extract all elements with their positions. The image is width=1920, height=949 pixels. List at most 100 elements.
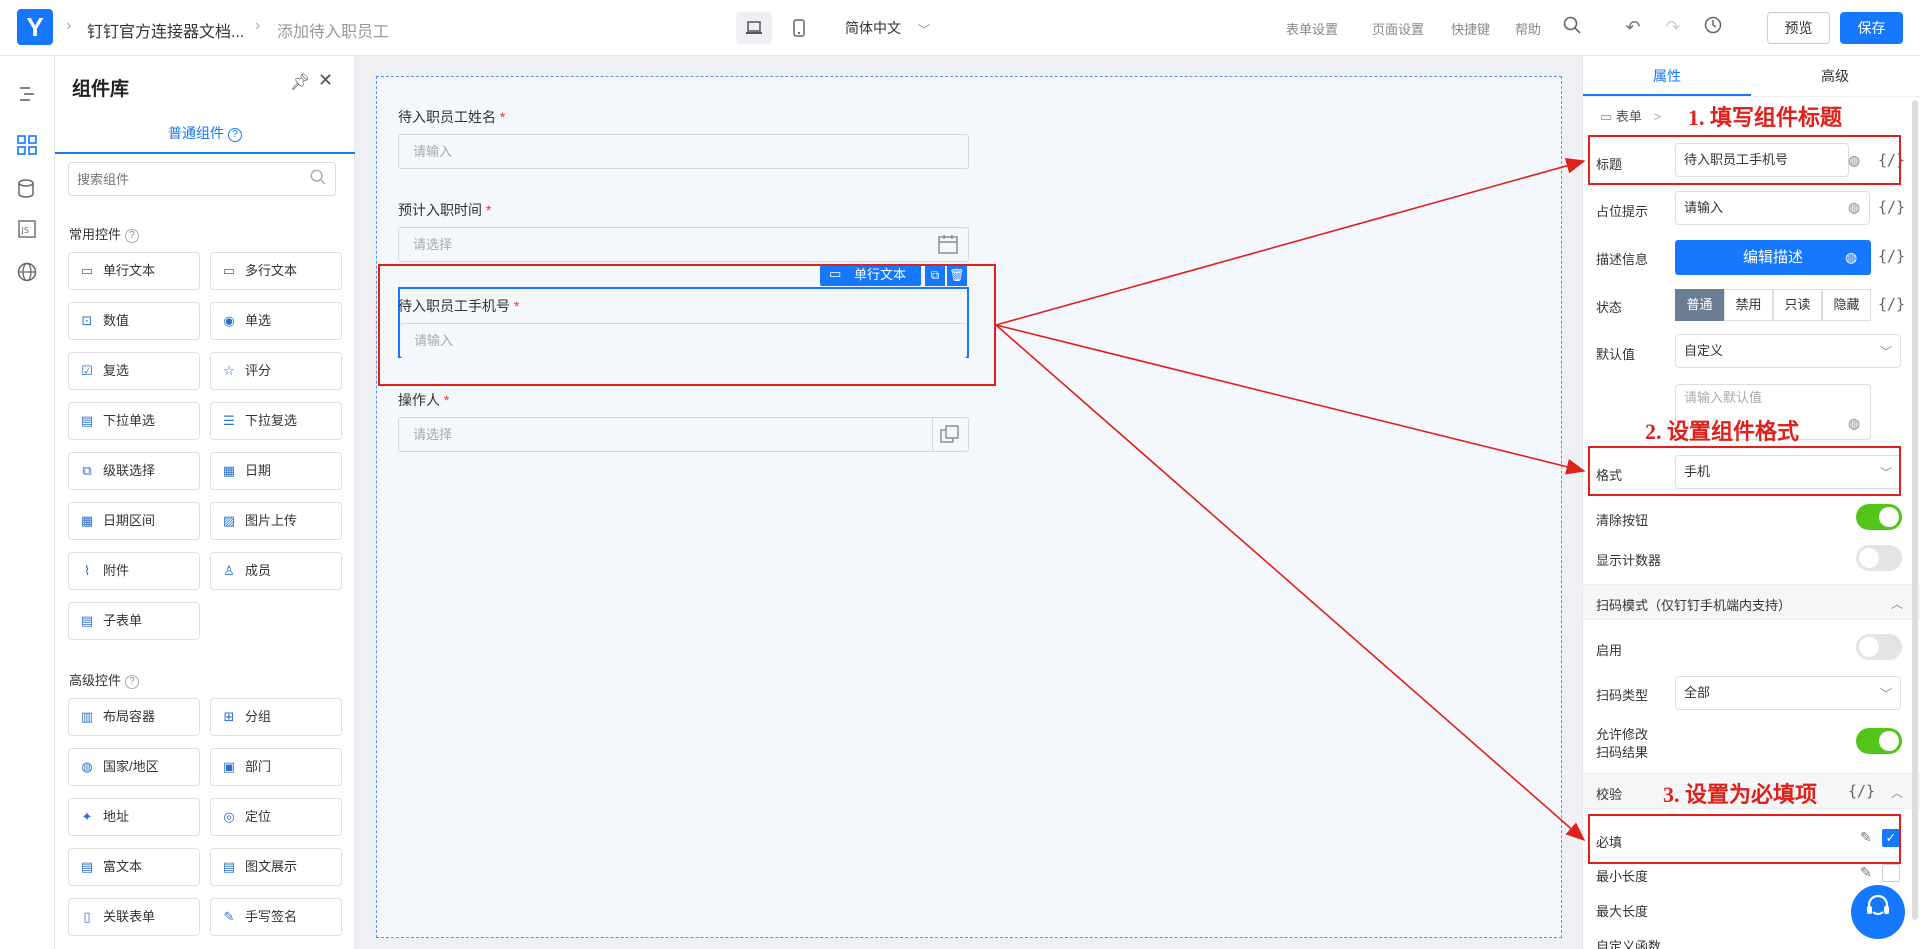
- expression-button[interactable]: {/}: [1878, 247, 1905, 265]
- tab-advanced[interactable]: 高级: [1751, 56, 1919, 96]
- field-input-operator[interactable]: 请选择: [398, 417, 969, 452]
- field-input-start-date[interactable]: 请选择: [398, 227, 969, 262]
- columns-icon: ▥: [80, 709, 94, 724]
- component-rating[interactable]: ☆ 评分: [210, 352, 342, 390]
- globe-icon[interactable]: ◍: [1848, 415, 1860, 432]
- chevron-down-icon: ﹀: [1880, 687, 1893, 701]
- scan-type-select[interactable]: 全部: [1675, 676, 1901, 710]
- component-group[interactable]: ⊞ 分组: [210, 698, 342, 736]
- help-icon[interactable]: ?: [228, 128, 242, 142]
- placeholder-input[interactable]: 请输入: [1675, 191, 1870, 225]
- data-source-icon[interactable]: [14, 179, 40, 205]
- required-mark: *: [499, 109, 506, 125]
- component-subform[interactable]: ▤ 子表单: [68, 602, 200, 640]
- component-multi-line-text[interactable]: ▭ 多行文本: [210, 252, 342, 290]
- help-icon[interactable]: ?: [125, 675, 140, 689]
- language-select[interactable]: 简体中文: [845, 18, 901, 38]
- globe-icon[interactable]: [14, 262, 40, 288]
- max-length-label: 最大长度: [1596, 904, 1649, 919]
- outline-tree-icon[interactable]: [14, 84, 40, 110]
- crumb-root[interactable]: 表单: [1616, 109, 1642, 124]
- chevron-up-icon[interactable]: ︿: [1891, 784, 1903, 801]
- annotation-box-format: [1588, 446, 1901, 496]
- component-department[interactable]: ▣ 部门: [210, 748, 342, 786]
- component-image-upload[interactable]: ▨ 图片上传: [210, 502, 342, 540]
- pin-icon[interactable]: 📌︎: [290, 72, 310, 92]
- counter-toggle[interactable]: [1856, 545, 1902, 571]
- component-radio[interactable]: ◉ 单选: [210, 302, 342, 340]
- component-dropdown-multi[interactable]: ☰ 下拉复选: [210, 402, 342, 440]
- app-logo[interactable]: Y: [17, 9, 53, 45]
- common-controls-heading: 常用控件?: [69, 224, 140, 243]
- breadcrumb-app[interactable]: 钉钉官方连接器文档...: [87, 18, 244, 42]
- redo-icon[interactable]: ↷: [1662, 16, 1684, 38]
- state-hidden[interactable]: 隐藏: [1822, 289, 1871, 321]
- default-value-select[interactable]: 自定义: [1675, 334, 1901, 368]
- undo-icon[interactable]: ↶: [1622, 16, 1644, 38]
- help-icon[interactable]: ?: [125, 229, 140, 243]
- search-icon[interactable]: [310, 169, 326, 190]
- component-address[interactable]: ✦ 地址: [68, 798, 200, 836]
- component-attachment[interactable]: ⌇ 附件: [68, 552, 200, 590]
- component-search-input[interactable]: [68, 162, 336, 196]
- component-layout-container[interactable]: ▥ 布局容器: [68, 698, 200, 736]
- expression-button[interactable]: {/}: [1878, 198, 1905, 216]
- annotation-box-required: [1588, 814, 1901, 864]
- tab-common-components[interactable]: 普通组件?: [55, 120, 355, 154]
- expression-button[interactable]: {/}: [1848, 782, 1875, 800]
- form-canvas: [376, 76, 1562, 938]
- state-disabled[interactable]: 禁用: [1724, 289, 1773, 321]
- components-grid-icon[interactable]: [14, 135, 40, 161]
- min-length-checkbox[interactable]: [1882, 864, 1900, 882]
- component-linked-form[interactable]: ▯ 关联表单: [68, 898, 200, 936]
- desktop-view-button[interactable]: [736, 12, 772, 44]
- library-title: 组件库: [72, 79, 130, 100]
- component-label: 评分: [245, 363, 272, 378]
- component-date-range[interactable]: ▦ 日期区间: [68, 502, 200, 540]
- page-settings-link[interactable]: 页面设置: [1372, 19, 1424, 38]
- globe-icon[interactable]: ◍: [1848, 199, 1860, 216]
- component-member[interactable]: ♙ 成员: [210, 552, 342, 590]
- edit-icon[interactable]: ✎: [1860, 864, 1872, 881]
- panel-scrollbar[interactable]: [1912, 100, 1918, 920]
- expression-button[interactable]: {/}: [1878, 295, 1905, 313]
- component-country[interactable]: ◍ 国家/地区: [68, 748, 200, 786]
- shortcuts-link[interactable]: 快捷键: [1451, 19, 1490, 38]
- component-dropdown-single[interactable]: ▤ 下拉单选: [68, 402, 200, 440]
- close-icon[interactable]: ✕: [318, 70, 333, 91]
- component-image-text[interactable]: ▤ 图文展示: [210, 848, 342, 886]
- component-date[interactable]: ▦ 日期: [210, 452, 342, 490]
- form-settings-link[interactable]: 表单设置: [1286, 19, 1338, 38]
- scan-enable-toggle[interactable]: [1856, 634, 1902, 660]
- help-link[interactable]: 帮助: [1515, 19, 1541, 38]
- svg-text:JS: JS: [21, 226, 29, 235]
- component-cascade[interactable]: ⧉ 级联选择: [68, 452, 200, 490]
- state-normal[interactable]: 普通: [1675, 289, 1724, 321]
- chevron-up-icon[interactable]: ︿: [1891, 595, 1903, 612]
- component-single-line-text[interactable]: ▭ 单行文本: [68, 252, 200, 290]
- clear-button-toggle[interactable]: [1856, 504, 1902, 530]
- component-location[interactable]: ◎ 定位: [210, 798, 342, 836]
- calendar-icon[interactable]: [938, 234, 958, 259]
- top-bar: Y › 钉钉官方连接器文档... › 添加待入职员工 简体中文 ﹀ 表单设置 页…: [0, 0, 1920, 56]
- tab-properties[interactable]: 属性: [1583, 56, 1751, 96]
- select-member-icon[interactable]: [940, 425, 960, 448]
- component-rich-text[interactable]: ▤ 富文本: [68, 848, 200, 886]
- state-readonly[interactable]: 只读: [1773, 289, 1822, 321]
- component-signature[interactable]: ✎ 手写签名: [210, 898, 342, 936]
- globe-icon[interactable]: ◍: [1845, 249, 1857, 266]
- preview-button[interactable]: 预览: [1767, 12, 1830, 44]
- js-code-icon[interactable]: JS: [14, 220, 40, 246]
- scan-mode-section[interactable]: 扫码模式（仅钉钉手机端内支持） ︿: [1583, 584, 1920, 620]
- allow-edit-toggle[interactable]: [1856, 728, 1902, 754]
- history-icon[interactable]: [1702, 16, 1724, 38]
- save-button[interactable]: 保存: [1840, 12, 1903, 44]
- customer-service-button[interactable]: [1851, 885, 1905, 939]
- edit-description-button[interactable]: 编辑描述: [1675, 240, 1871, 275]
- component-number[interactable]: ⊡ 数值: [68, 302, 200, 340]
- field-input-name[interactable]: 请输入: [398, 134, 969, 169]
- mobile-view-button[interactable]: [781, 12, 817, 44]
- search-icon[interactable]: [1561, 16, 1583, 38]
- section-title: 扫码模式（仅钉钉手机端内支持）: [1596, 598, 1792, 613]
- component-checkbox[interactable]: ☑ 复选: [68, 352, 200, 390]
